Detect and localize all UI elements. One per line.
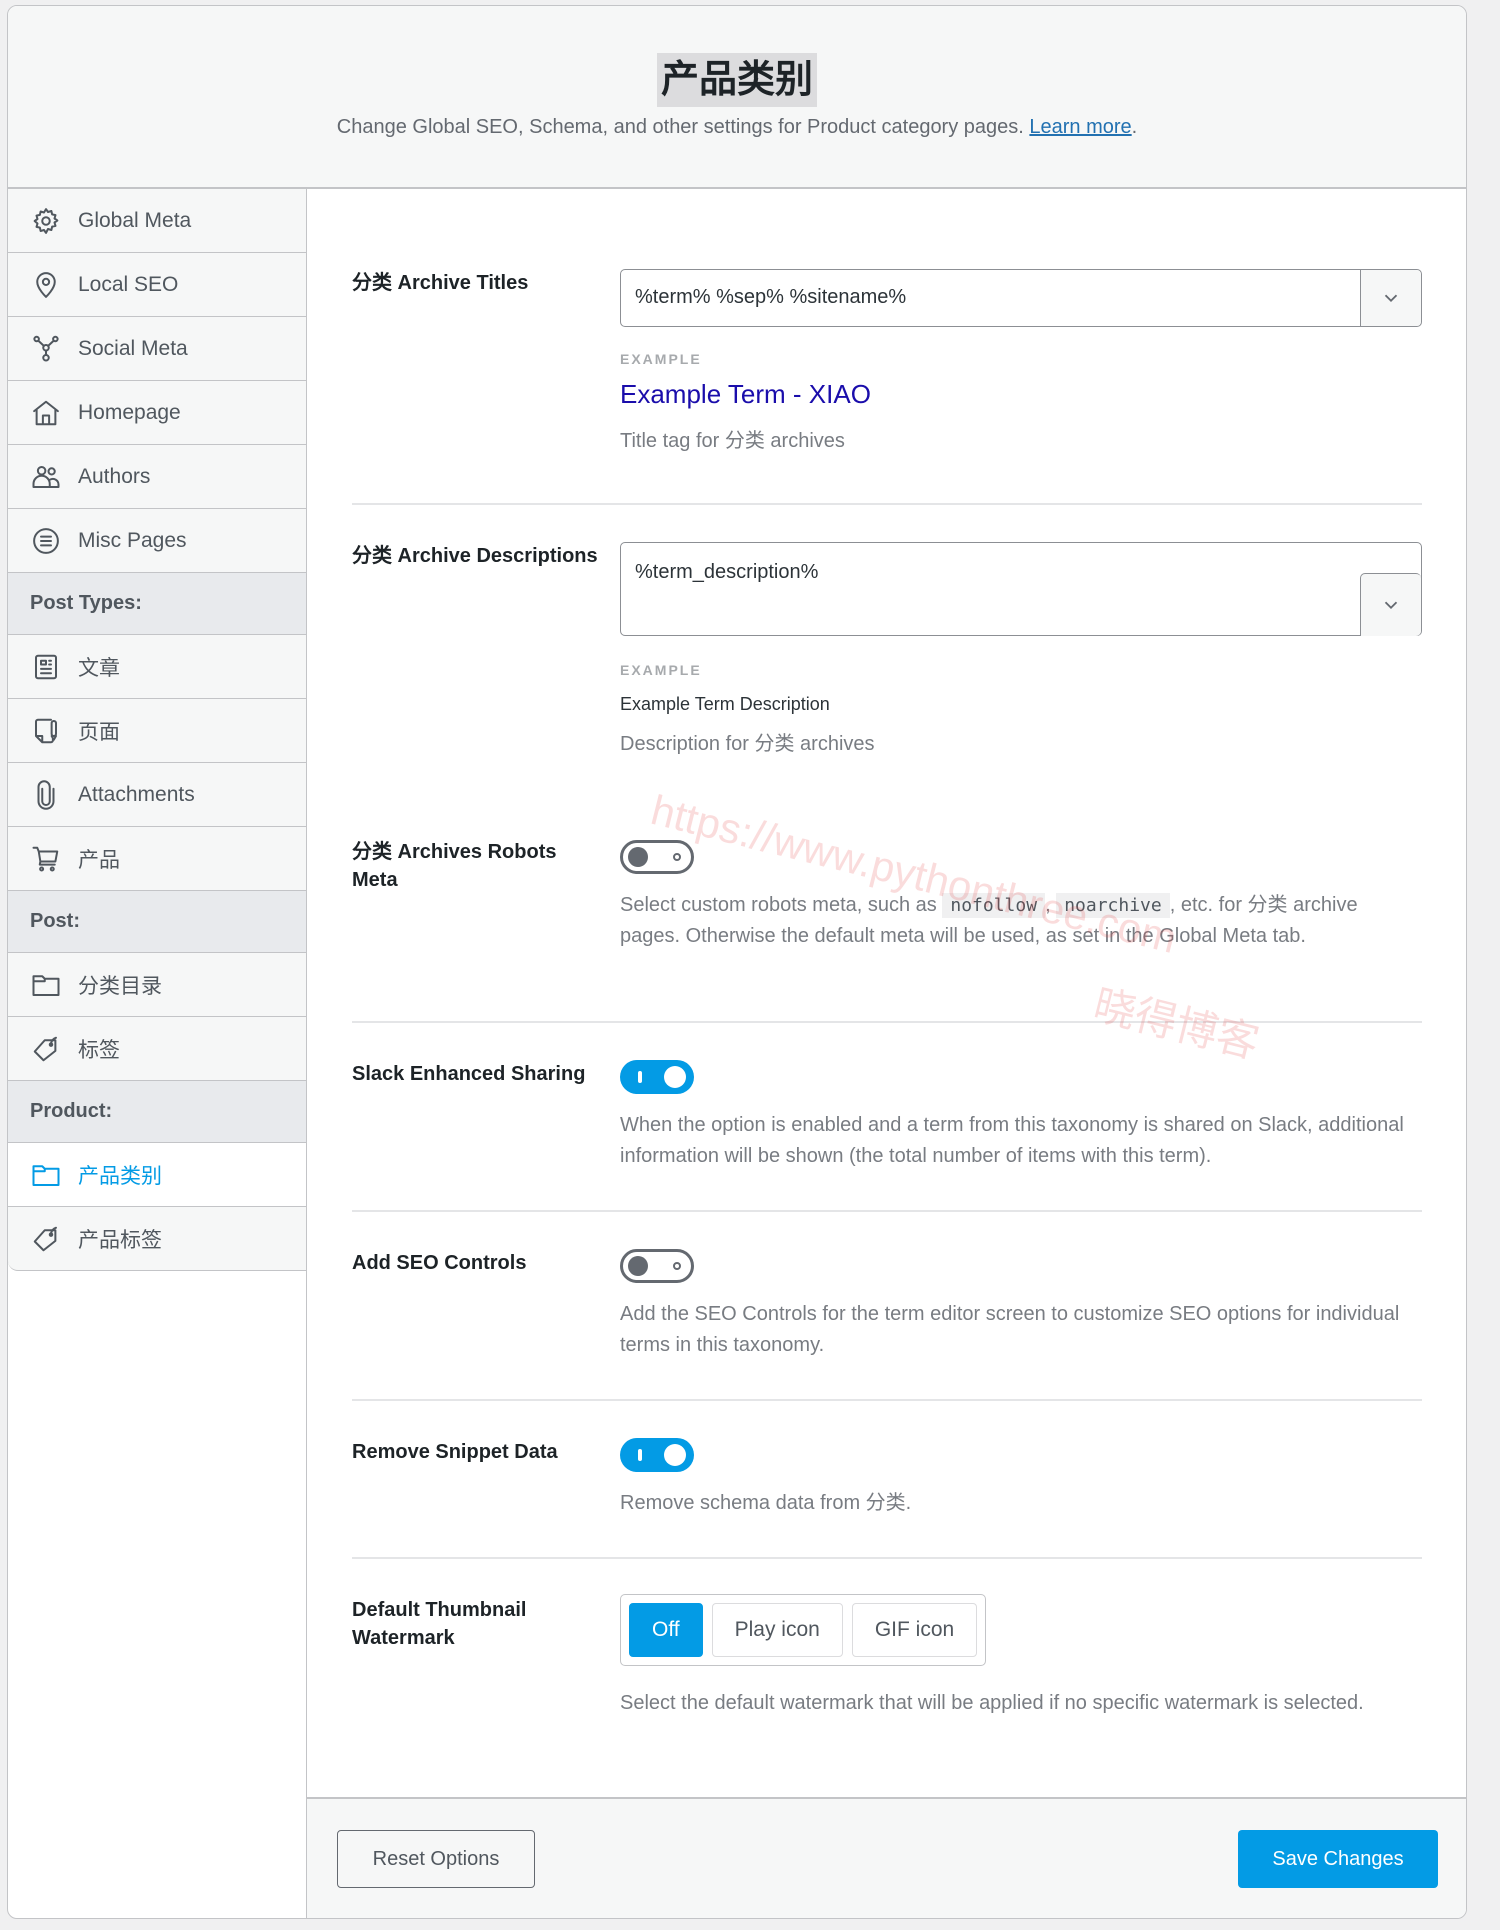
divider xyxy=(352,1399,1422,1401)
watermark-option-gif-icon[interactable]: GIF icon xyxy=(851,1603,978,1657)
sidebar-item-pages[interactable]: 页面 xyxy=(8,699,306,763)
main-panel-border xyxy=(306,189,307,1918)
archive-titles-input[interactable]: %term% %sep% %sitename% xyxy=(620,269,1422,327)
subtitle-period: . xyxy=(1131,116,1138,138)
sidebar-item-posts[interactable]: 文章 xyxy=(8,635,306,699)
archive-descriptions-value[interactable]: %term_description% xyxy=(635,561,818,584)
setting-label: Default Thumbnail Watermark xyxy=(352,1599,527,1649)
settings-footer: Reset Options Save Changes xyxy=(307,1797,1466,1918)
page-icon xyxy=(30,715,62,747)
robots-meta-toggle[interactable] xyxy=(620,840,694,874)
divider xyxy=(352,503,1422,505)
sidebar-item-homepage[interactable]: Homepage xyxy=(8,381,306,445)
gear-icon xyxy=(30,205,62,237)
sidebar-item-label: Homepage xyxy=(78,400,181,424)
divider xyxy=(352,1557,1422,1559)
setting-help: When the option is enabled and a term fr… xyxy=(620,1114,1404,1167)
sidebar-section-product: Product: xyxy=(8,1081,306,1143)
example-title: Example Term - XIAO xyxy=(620,379,871,409)
cart-icon xyxy=(30,843,62,875)
seo-controls-toggle[interactable] xyxy=(620,1249,694,1283)
sidebar-item-authors[interactable]: Authors xyxy=(8,445,306,509)
setting-label: Add SEO Controls xyxy=(352,1252,527,1274)
divider xyxy=(352,1021,1422,1023)
divider xyxy=(352,1210,1422,1212)
sidebar-item-local-seo[interactable]: Local SEO xyxy=(8,253,306,317)
help-text: Select custom robots meta, such as xyxy=(620,894,943,916)
watermark-option-off[interactable]: Off xyxy=(629,1603,703,1657)
folder-icon xyxy=(30,1159,62,1191)
example-label: EXAMPLE xyxy=(620,662,702,678)
sidebar-item-product-categories[interactable]: 产品类别 xyxy=(8,1143,307,1207)
sidebar-item-label: 产品标签 xyxy=(78,1228,162,1252)
sidebar-item-label: 文章 xyxy=(78,656,120,680)
sidebar-item-label: 分类目录 xyxy=(78,974,162,998)
settings-card: 产品类别 Change Global SEO, Schema, and othe… xyxy=(7,5,1467,1919)
setting-label: 分类 Archives Robots Meta xyxy=(352,841,557,891)
sidebar-item-categories[interactable]: 分类目录 xyxy=(8,953,306,1017)
sidebar-section-post-types: Post Types: xyxy=(8,573,306,635)
save-changes-button[interactable]: Save Changes xyxy=(1238,1830,1438,1888)
code-nofollow: nofollow xyxy=(942,893,1046,918)
sidebar-item-products[interactable]: 产品 xyxy=(8,827,306,891)
page-subtitle: Change Global SEO, Schema, and other set… xyxy=(8,116,1466,139)
help-sep: , xyxy=(1045,894,1057,916)
reset-options-button[interactable]: Reset Options xyxy=(337,1830,535,1888)
example-label: EXAMPLE xyxy=(620,351,702,367)
sidebar-item-product-tags[interactable]: 产品标签 xyxy=(8,1207,306,1270)
archive-descriptions-input[interactable]: %term_description% xyxy=(620,542,1422,636)
sidebar-item-misc-pages[interactable]: Misc Pages xyxy=(8,509,306,573)
watermark-option-play-icon[interactable]: Play icon xyxy=(711,1603,843,1657)
slack-sharing-toggle[interactable] xyxy=(620,1060,694,1094)
sidebar-item-label: Social Meta xyxy=(78,336,188,360)
chevron-down-icon[interactable] xyxy=(1360,270,1421,326)
sidebar-item-label: 产品类别 xyxy=(78,1164,162,1188)
setting-label: 分类 Archive Titles xyxy=(352,272,529,294)
sidebar-item-global-meta[interactable]: Global Meta xyxy=(8,189,306,253)
example-description: Example Term Description xyxy=(620,694,830,714)
sidebar-item-tags[interactable]: 标签 xyxy=(8,1017,306,1081)
tag-icon xyxy=(30,1223,62,1255)
sidebar-item-label: Global Meta xyxy=(78,208,192,232)
setting-help: Add the SEO Controls for the term editor… xyxy=(620,1303,1400,1356)
sidebar-item-attachments[interactable]: Attachments xyxy=(8,763,306,827)
setting-help: Select custom robots meta, such as nofol… xyxy=(620,890,1422,952)
setting-help: Select the default watermark that will b… xyxy=(620,1692,1364,1714)
sidebar-item-label: 页面 xyxy=(78,720,120,744)
learn-more-link[interactable]: Learn more xyxy=(1029,116,1131,138)
list-circle-icon xyxy=(30,525,62,557)
subtitle-text: Change Global SEO, Schema, and other set… xyxy=(336,116,1024,138)
tag-icon xyxy=(30,1033,62,1065)
page-title: 产品类别 xyxy=(656,53,818,107)
setting-help: Title tag for 分类 archives xyxy=(620,430,845,452)
folder-icon xyxy=(30,969,62,1001)
page-header: 产品类别 Change Global SEO, Schema, and othe… xyxy=(8,6,1466,189)
archive-titles-value[interactable]: %term% %sep% %sitename% xyxy=(635,286,906,309)
remove-snippet-toggle[interactable] xyxy=(620,1438,694,1472)
setting-help: Remove schema data from 分类. xyxy=(620,1492,912,1514)
sidebar-section-post: Post: xyxy=(8,891,306,953)
sidebar-item-label: Authors xyxy=(78,464,151,488)
sidebar-nav: Global Meta Local SEO Social Meta Homepa… xyxy=(8,189,307,1271)
setting-help: Description for 分类 archives xyxy=(620,733,875,755)
setting-label: 分类 Archive Descriptions xyxy=(352,545,598,567)
users-icon xyxy=(30,461,62,493)
document-icon xyxy=(30,651,62,683)
sidebar-item-label: 产品 xyxy=(78,848,120,872)
sidebar-item-label: Attachments xyxy=(78,782,195,806)
home-icon xyxy=(30,397,62,429)
sidebar-item-label: Misc Pages xyxy=(78,528,187,552)
sidebar-item-label: Local SEO xyxy=(78,272,179,296)
location-pin-icon xyxy=(30,269,62,301)
share-nodes-icon xyxy=(30,333,62,365)
setting-label: Remove Snippet Data xyxy=(352,1441,558,1463)
watermark-radio-group: Off Play icon GIF icon xyxy=(620,1594,987,1666)
chevron-down-icon[interactable] xyxy=(1360,573,1421,636)
paperclip-icon xyxy=(30,779,62,811)
setting-label: Slack Enhanced Sharing xyxy=(352,1063,586,1085)
code-noarchive: noarchive xyxy=(1056,893,1170,918)
sidebar-item-social-meta[interactable]: Social Meta xyxy=(8,317,306,381)
sidebar-item-label: 标签 xyxy=(78,1038,120,1062)
